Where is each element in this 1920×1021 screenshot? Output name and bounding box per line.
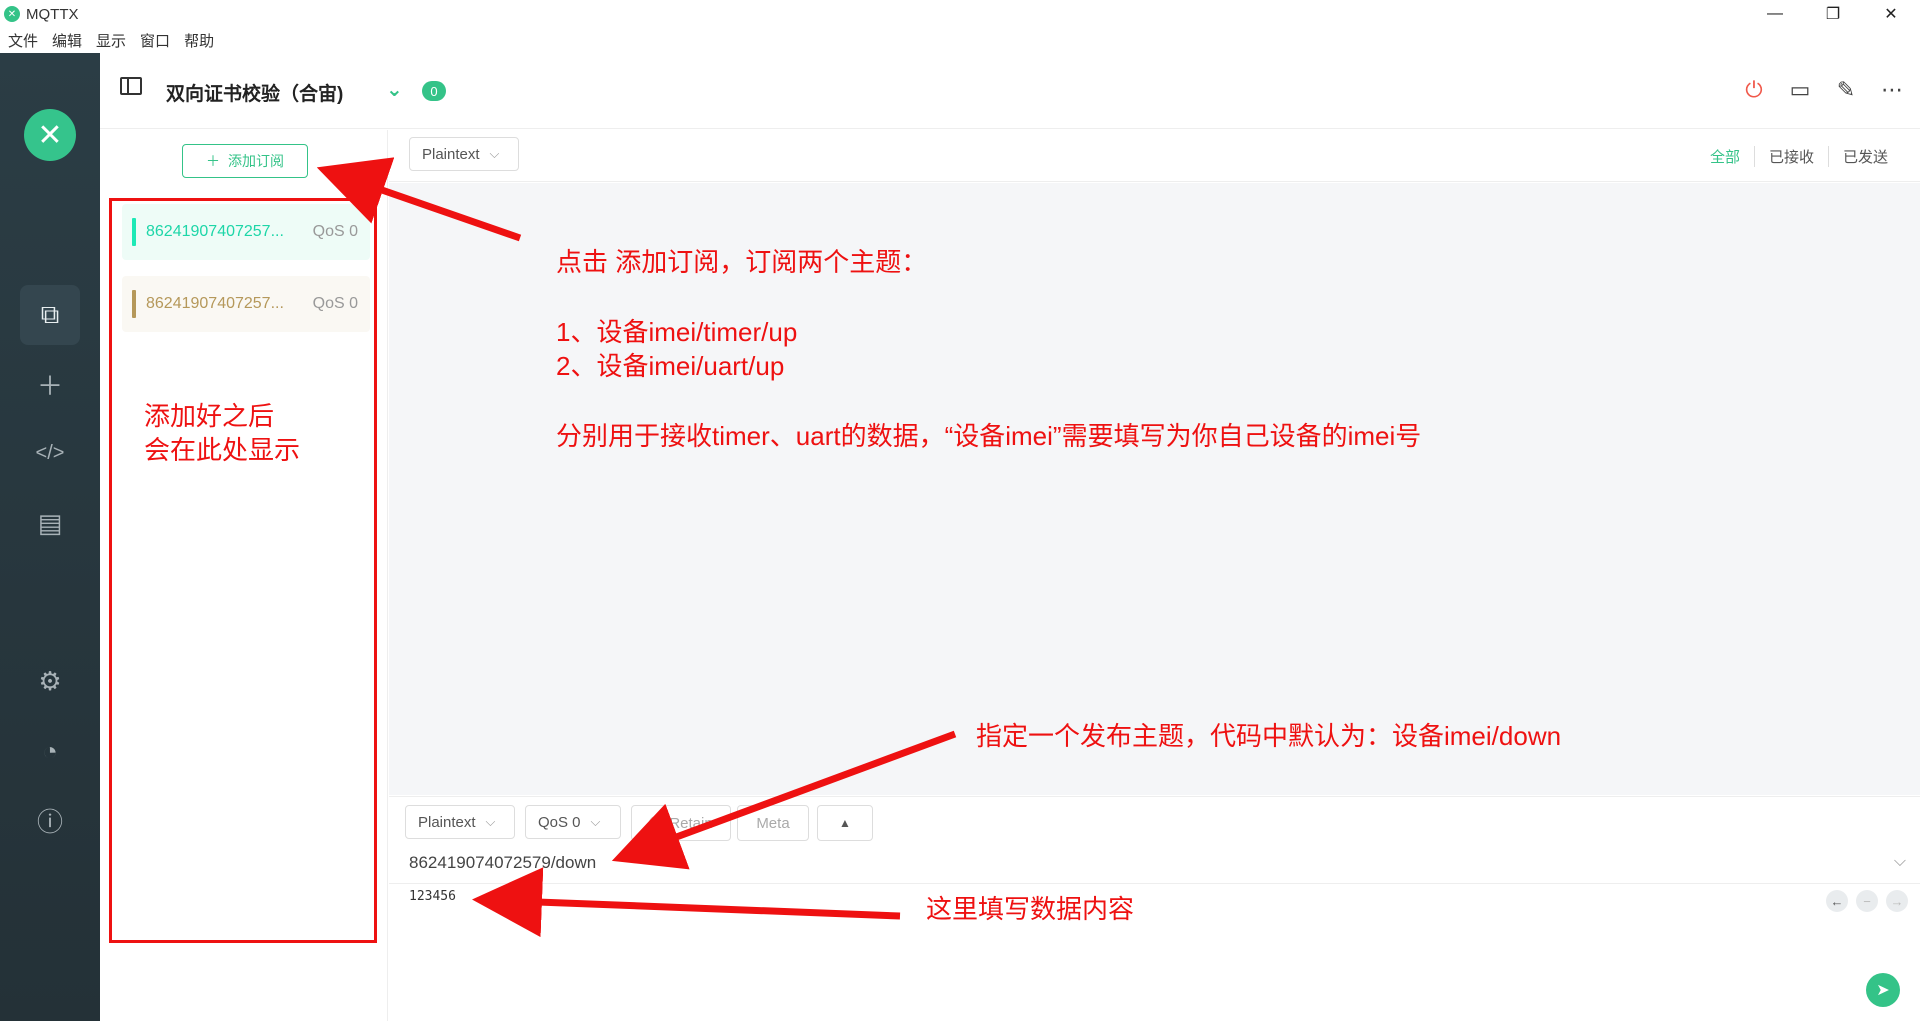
annotation-text: 指定一个发布主题，代码中默认为：设备imei/down: [976, 721, 1562, 751]
annotation-text: 1、设备imei/timer/up: [556, 317, 798, 347]
annotation-text: 2、设备imei/uart/up: [556, 351, 785, 381]
annotation-text: 会在此处显示: [144, 435, 301, 465]
annotation-text: 这里填写数据内容: [926, 894, 1135, 924]
annotation-arrow: [472, 867, 901, 938]
annotation-text: 分别用于接收timer、uart的数据，“设备imei”需要填写为你自己设备的i…: [556, 421, 1422, 451]
annotation-arrow: [611, 730, 957, 870]
annotation-text: 点击 添加订阅，订阅两个主题：: [556, 247, 928, 277]
annotation-text: 添加好之后: [144, 401, 275, 431]
annotation-arrows: [316, 157, 957, 938]
annotation-arrow: [316, 157, 522, 242]
